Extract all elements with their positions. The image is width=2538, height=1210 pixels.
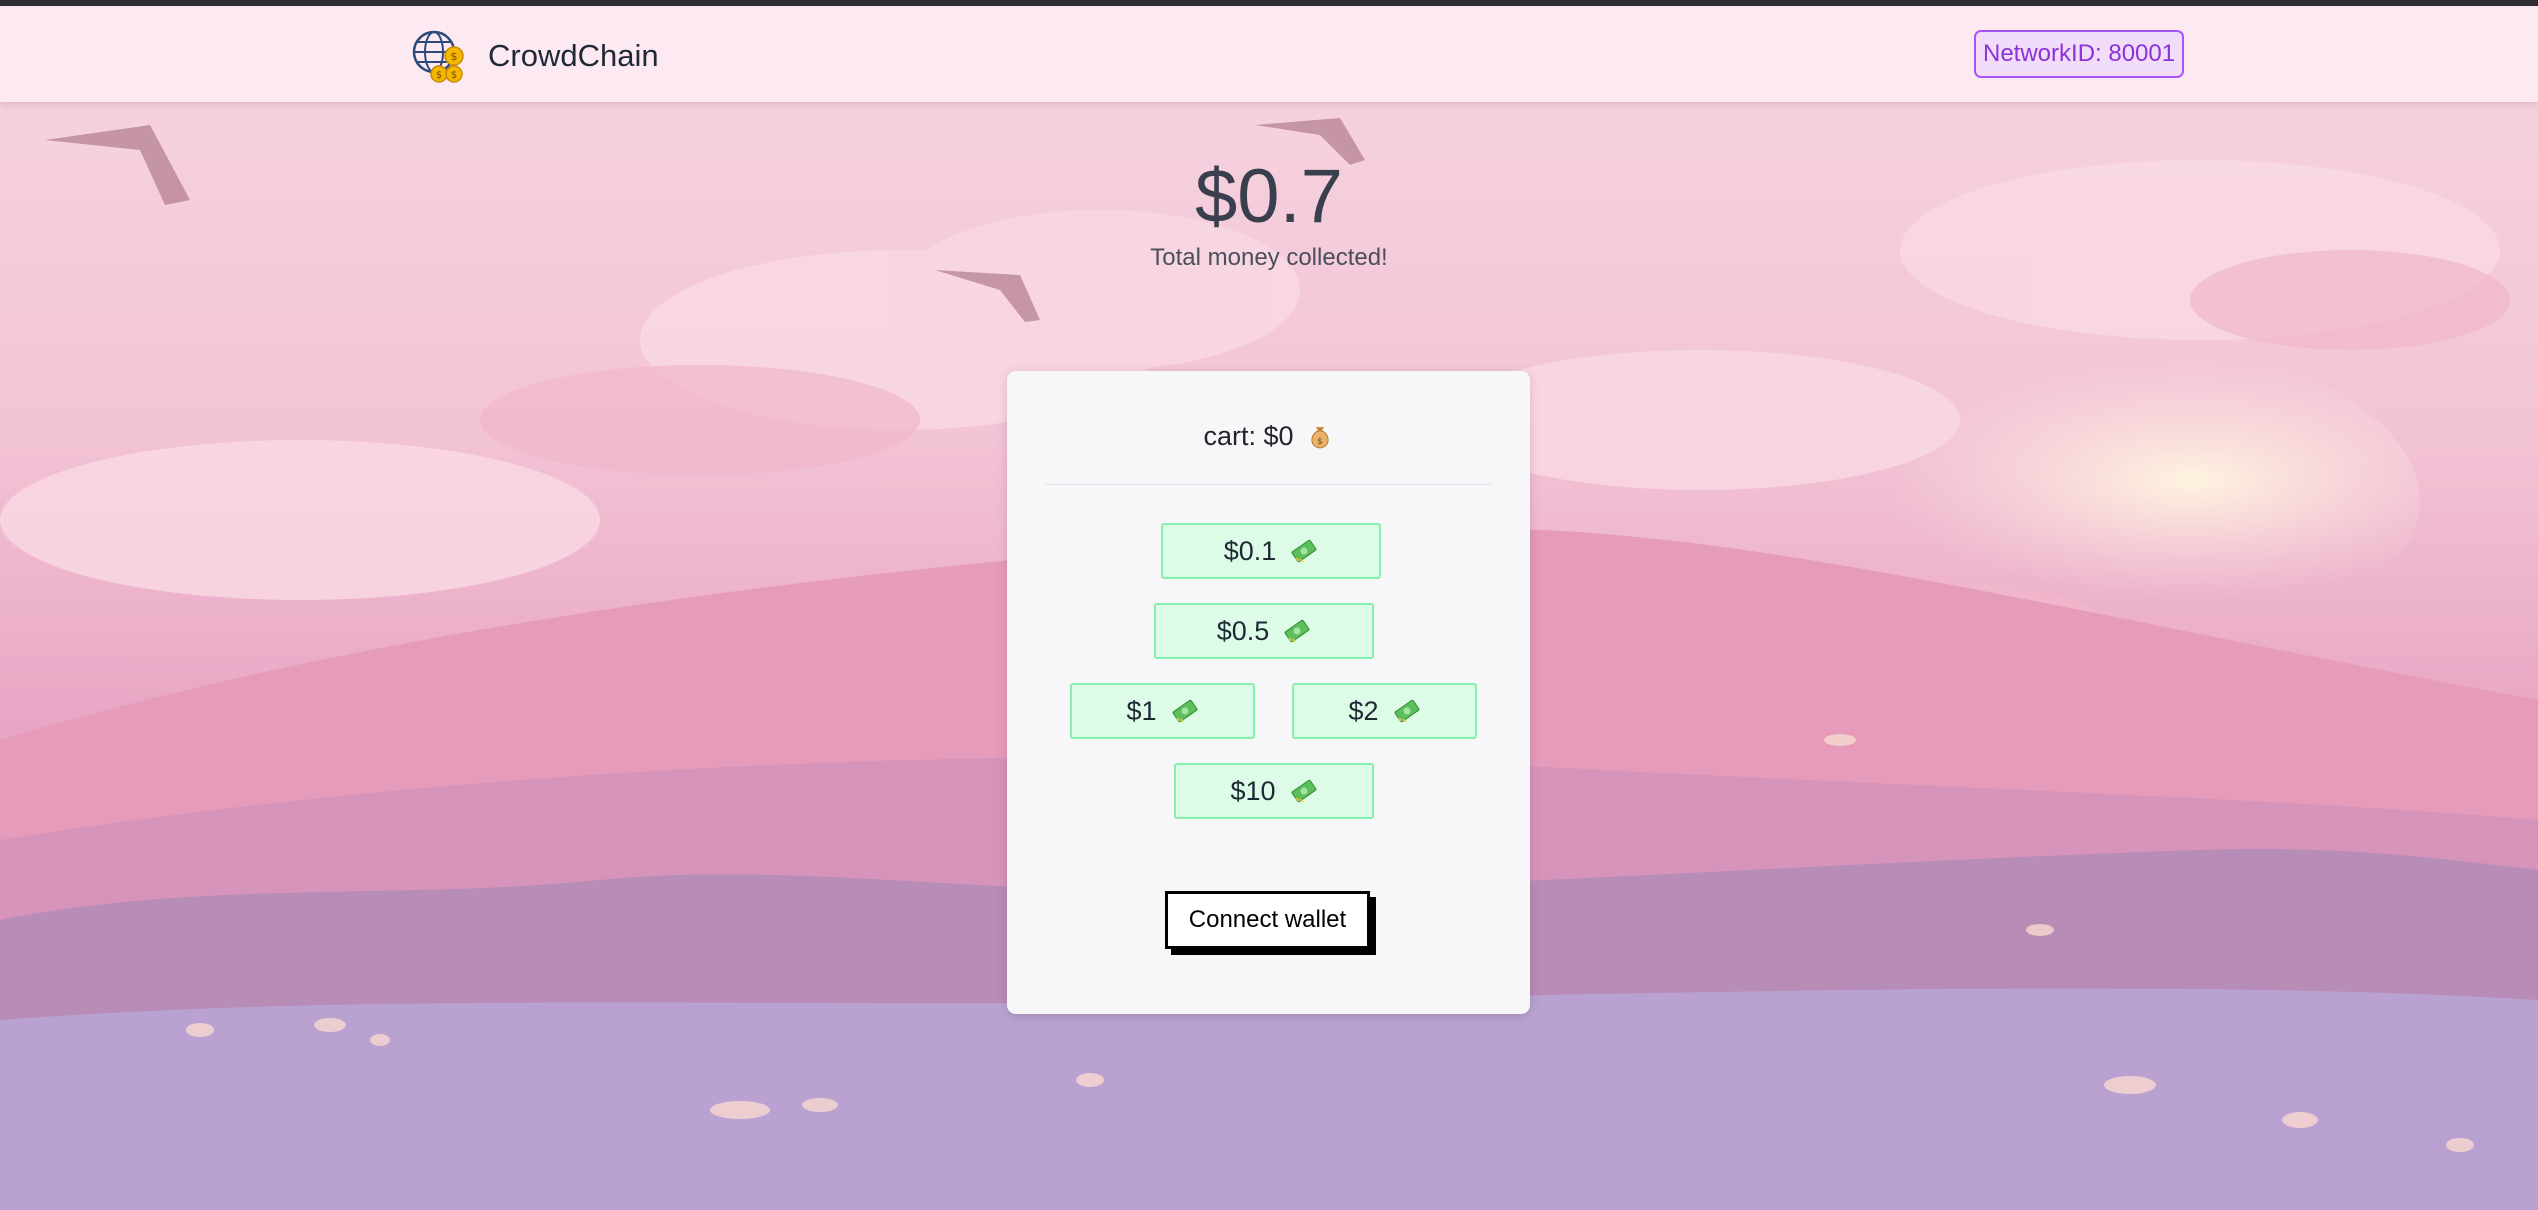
donate-10-button[interactable]: $10 — [1174, 763, 1374, 819]
donate-1-button[interactable]: $1 — [1070, 683, 1255, 739]
cart-label: cart: $0 — [1203, 421, 1294, 451]
banknote-icon — [1284, 619, 1310, 643]
cart-summary: cart: $0 $ — [1007, 421, 1530, 452]
donate-0-5-label: $0.5 — [1216, 615, 1270, 646]
total-collected: $0.7 Total money collected! — [0, 150, 2538, 272]
navbar: $ $ $ CrowdChain NetworkID: 80001 — [0, 6, 2538, 102]
banknote-icon — [1291, 539, 1317, 563]
svg-text:$: $ — [451, 50, 458, 63]
banknote-icon — [1172, 699, 1197, 723]
globe-coins-logo-icon: $ $ $ — [412, 30, 464, 83]
donate-2-button[interactable]: $2 — [1292, 683, 1477, 739]
donate-1-label: $1 — [1126, 695, 1157, 726]
money-bag-icon: $ — [1310, 426, 1329, 449]
connect-wallet-button[interactable]: Connect wallet — [1165, 891, 1370, 949]
donate-0-1-button[interactable]: $0.1 — [1161, 523, 1381, 579]
brand-name: CrowdChain — [488, 38, 659, 73]
banknote-icon — [1291, 779, 1316, 803]
card-divider — [1045, 484, 1492, 485]
donate-0-1-label: $0.1 — [1223, 535, 1277, 566]
donation-card: cart: $0 $ $0.1 $0.5 $1 $2 $10 Connect w… — [1007, 371, 1530, 1014]
brand[interactable]: $ $ $ CrowdChain — [408, 24, 659, 88]
svg-text:$: $ — [1317, 437, 1323, 447]
donate-2-label: $2 — [1348, 695, 1379, 726]
total-label: Total money collected! — [1150, 244, 1388, 271]
total-amount: $0.7 — [1195, 154, 1343, 239]
donate-0-5-button[interactable]: $0.5 — [1154, 603, 1374, 659]
donate-10-label: $10 — [1230, 775, 1276, 806]
banknote-icon — [1394, 699, 1419, 723]
svg-text:$: $ — [451, 70, 457, 81]
svg-text:$: $ — [436, 70, 442, 81]
network-id-badge: NetworkID: 80001 — [1974, 30, 2185, 78]
